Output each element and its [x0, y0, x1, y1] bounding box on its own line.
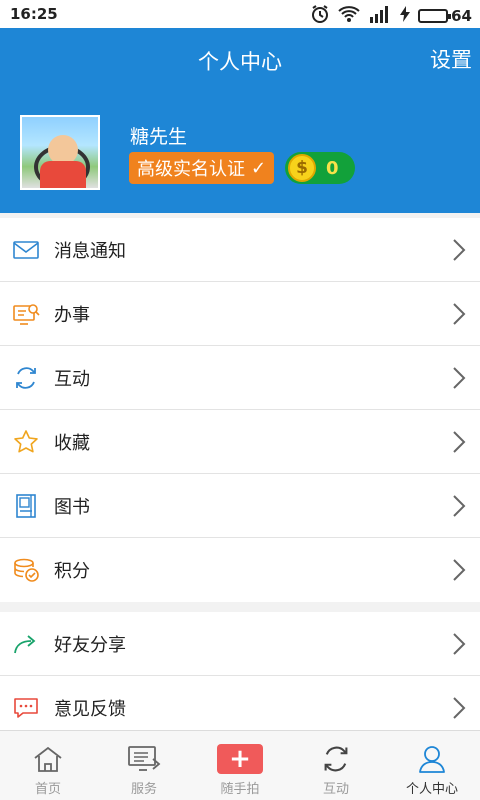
status-icons: 64 [310, 4, 472, 28]
tab-profile[interactable]: 个人中心 [384, 731, 480, 800]
refresh-icon [12, 364, 40, 392]
status-time: 16:25 [10, 5, 58, 23]
menu-item-label: 办事 [54, 304, 90, 326]
menu-item-favorites[interactable]: 收藏 [0, 410, 480, 474]
home-icon [30, 744, 66, 774]
tab-snapshot[interactable]: + 随手拍 [192, 731, 288, 800]
status-bar: 16:25 64 [0, 0, 480, 28]
plus-icon: + [217, 744, 263, 774]
tab-label: 服务 [130, 782, 157, 797]
menu-item-notifications[interactable]: 消息通知 [0, 218, 480, 282]
battery: 64 [418, 7, 472, 25]
menu-item-books[interactable]: 图书 [0, 474, 480, 538]
points-icon [12, 556, 40, 584]
chevron-right-icon [453, 495, 466, 517]
tab-label: 随手拍 [220, 782, 260, 797]
chevron-right-icon [453, 633, 466, 655]
secondary-menu-list: 好友分享 意见反馈 [0, 612, 480, 740]
chevron-right-icon [453, 303, 466, 325]
coin-icon: $ [288, 154, 316, 182]
profile-header: 个人中心 设置 糖先生 高级实名认证 ✓ $ 0 [0, 28, 480, 213]
book-icon [12, 492, 40, 520]
battery-icon [418, 9, 452, 23]
signal-icon [368, 5, 392, 27]
menu-item-label: 收藏 [54, 432, 90, 454]
menu-item-label: 意见反馈 [54, 699, 126, 720]
battery-percent: 64 [451, 7, 472, 25]
tab-home[interactable]: 首页 [0, 731, 96, 800]
alarm-icon [310, 4, 330, 28]
mail-icon [12, 236, 40, 264]
menu-item-label: 积分 [54, 561, 90, 582]
avatar-photo-shirt [40, 161, 86, 188]
star-icon [12, 428, 40, 456]
page-title: 个人中心 [198, 50, 282, 74]
chevron-right-icon [453, 239, 466, 261]
avatar[interactable] [20, 115, 100, 190]
menu-item-work[interactable]: 办事 [0, 282, 480, 346]
check-icon: ✓ [251, 157, 267, 179]
menu-item-label: 消息通知 [54, 240, 126, 262]
share-icon [12, 630, 40, 658]
bottom-tab-bar: 首页 服务 + 随手拍 互动 个人中心 [0, 730, 480, 800]
work-icon [12, 300, 40, 328]
menu-item-share[interactable]: 好友分享 [0, 612, 480, 676]
menu-item-label: 好友分享 [54, 634, 126, 656]
tab-label: 首页 [34, 782, 61, 797]
tab-interaction[interactable]: 互动 [288, 731, 384, 800]
chevron-right-icon [453, 431, 466, 453]
auth-badge-label: 高级实名认证 [137, 159, 245, 180]
menu-list: 消息通知 办事 互动 收藏 图书 积分 [0, 218, 480, 602]
wifi-icon [338, 5, 360, 27]
auth-badge[interactable]: 高级实名认证 ✓ [129, 152, 275, 184]
chevron-right-icon [453, 697, 466, 719]
chevron-right-icon [453, 367, 466, 389]
coin-count: 0 [326, 157, 339, 179]
username: 糖先生 [130, 126, 188, 148]
menu-item-points[interactable]: 积分 [0, 538, 480, 602]
tab-label: 个人中心 [405, 782, 458, 797]
menu-item-label: 图书 [54, 496, 90, 518]
chevron-right-icon [453, 559, 466, 581]
tab-service[interactable]: 服务 [96, 731, 192, 800]
service-icon [126, 744, 162, 774]
refresh-icon [318, 744, 354, 774]
user-icon [414, 744, 450, 774]
coin-badge[interactable]: $ 0 [285, 152, 355, 184]
tab-label: 互动 [322, 782, 349, 797]
menu-item-interaction[interactable]: 互动 [0, 346, 480, 410]
charging-icon [400, 6, 411, 26]
settings-button[interactable]: 设置 [430, 44, 472, 74]
feedback-icon [12, 694, 40, 722]
menu-item-label: 互动 [54, 368, 90, 390]
